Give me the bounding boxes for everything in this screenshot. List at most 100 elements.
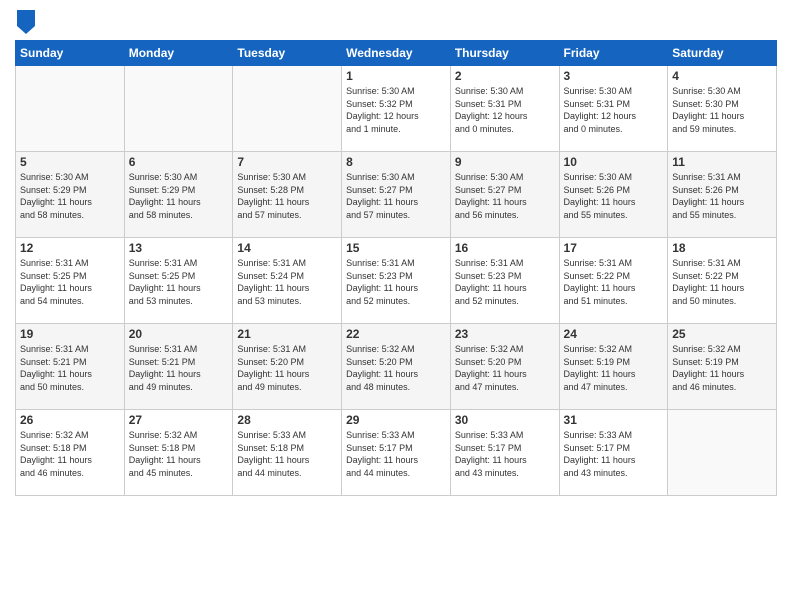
calendar-cell-5: 5 Sunrise: 5:30 AM Sunset: 5:29 PM Daylig…	[16, 152, 125, 238]
day-number: 16	[455, 241, 555, 255]
weekday-friday: Friday	[559, 41, 668, 66]
day-number: 1	[346, 69, 446, 83]
weekday-monday: Monday	[124, 41, 233, 66]
cell-content: Sunrise: 5:31 AM Sunset: 5:21 PM Dayligh…	[20, 343, 120, 393]
logo-icon	[17, 10, 35, 34]
calendar-cell-4: 4Sunrise: 5:30 AM Sunset: 5:30 PM Daylig…	[668, 66, 777, 152]
cell-content: Sunrise: 5:30 AM Sunset: 5:29 PM Dayligh…	[129, 171, 229, 221]
cell-content: Sunrise: 5:30 AM Sunset: 5:28 PM Dayligh…	[237, 171, 337, 221]
cell-content: Sunrise: 5:30 AM Sunset: 5:29 PM Dayligh…	[20, 171, 120, 221]
calendar-cell-27: 27 Sunrise: 5:32 AM Sunset: 5:18 PM Dayli…	[124, 410, 233, 496]
calendar-cell-30: 30 Sunrise: 5:33 AM Sunset: 5:17 PM Dayli…	[450, 410, 559, 496]
cell-content: Sunrise: 5:30 AM Sunset: 5:30 PM Dayligh…	[672, 85, 772, 135]
cell-content: Sunrise: 5:32 AM Sunset: 5:19 PM Dayligh…	[564, 343, 664, 393]
calendar-cell-empty	[233, 66, 342, 152]
cell-content: Sunrise: 5:31 AM Sunset: 5:23 PM Dayligh…	[455, 257, 555, 307]
calendar-cell-empty	[124, 66, 233, 152]
calendar-cell-29: 29 Sunrise: 5:33 AM Sunset: 5:17 PM Dayli…	[342, 410, 451, 496]
calendar-cell-21: 21Sunrise: 5:31 AM Sunset: 5:20 PM Dayli…	[233, 324, 342, 410]
cell-content: Sunrise: 5:31 AM Sunset: 5:24 PM Dayligh…	[237, 257, 337, 307]
calendar-row-3: 19 Sunrise: 5:31 AM Sunset: 5:21 PM Dayli…	[16, 324, 777, 410]
cell-content: Sunrise: 5:33 AM Sunset: 5:17 PM Dayligh…	[346, 429, 446, 479]
day-number: 19	[20, 327, 120, 341]
day-number: 13	[129, 241, 229, 255]
cell-content: Sunrise: 5:30 AM Sunset: 5:27 PM Dayligh…	[455, 171, 555, 221]
cell-content: Sunrise: 5:32 AM Sunset: 5:18 PM Dayligh…	[20, 429, 120, 479]
weekday-thursday: Thursday	[450, 41, 559, 66]
day-number: 22	[346, 327, 446, 341]
calendar-row-0: 1 Sunrise: 5:30 AM Sunset: 5:32 PM Daylig…	[16, 66, 777, 152]
cell-content: Sunrise: 5:32 AM Sunset: 5:19 PM Dayligh…	[672, 343, 772, 393]
day-number: 24	[564, 327, 664, 341]
calendar-cell-empty	[668, 410, 777, 496]
calendar-cell-28: 28 Sunrise: 5:33 AM Sunset: 5:18 PM Dayli…	[233, 410, 342, 496]
cell-content: Sunrise: 5:33 AM Sunset: 5:17 PM Dayligh…	[564, 429, 664, 479]
cell-content: Sunrise: 5:31 AM Sunset: 5:22 PM Dayligh…	[672, 257, 772, 307]
day-number: 12	[20, 241, 120, 255]
weekday-sunday: Sunday	[16, 41, 125, 66]
day-number: 23	[455, 327, 555, 341]
calendar-cell-2: 2Sunrise: 5:30 AM Sunset: 5:31 PM Daylig…	[450, 66, 559, 152]
day-number: 30	[455, 413, 555, 427]
logo	[15, 10, 35, 34]
day-number: 7	[237, 155, 337, 169]
day-number: 21	[237, 327, 337, 341]
weekday-wednesday: Wednesday	[342, 41, 451, 66]
day-number: 15	[346, 241, 446, 255]
calendar-cell-empty	[16, 66, 125, 152]
cell-content: Sunrise: 5:30 AM Sunset: 5:26 PM Dayligh…	[564, 171, 664, 221]
calendar-cell-14: 14 Sunrise: 5:31 AM Sunset: 5:24 PM Dayli…	[233, 238, 342, 324]
calendar-cell-13: 13 Sunrise: 5:31 AM Sunset: 5:25 PM Dayli…	[124, 238, 233, 324]
calendar-cell-6: 6Sunrise: 5:30 AM Sunset: 5:29 PM Daylig…	[124, 152, 233, 238]
day-number: 9	[455, 155, 555, 169]
cell-content: Sunrise: 5:33 AM Sunset: 5:17 PM Dayligh…	[455, 429, 555, 479]
calendar-cell-26: 26 Sunrise: 5:32 AM Sunset: 5:18 PM Dayli…	[16, 410, 125, 496]
cell-content: Sunrise: 5:30 AM Sunset: 5:32 PM Dayligh…	[346, 85, 446, 135]
calendar-row-2: 12 Sunrise: 5:31 AM Sunset: 5:25 PM Dayli…	[16, 238, 777, 324]
calendar-cell-10: 10 Sunrise: 5:30 AM Sunset: 5:26 PM Dayli…	[559, 152, 668, 238]
cell-content: Sunrise: 5:32 AM Sunset: 5:20 PM Dayligh…	[455, 343, 555, 393]
calendar-cell-18: 18Sunrise: 5:31 AM Sunset: 5:22 PM Dayli…	[668, 238, 777, 324]
cell-content: Sunrise: 5:31 AM Sunset: 5:21 PM Dayligh…	[129, 343, 229, 393]
calendar-cell-3: 3Sunrise: 5:30 AM Sunset: 5:31 PM Daylig…	[559, 66, 668, 152]
calendar-cell-19: 19 Sunrise: 5:31 AM Sunset: 5:21 PM Dayli…	[16, 324, 125, 410]
calendar-cell-11: 11 Sunrise: 5:31 AM Sunset: 5:26 PM Dayli…	[668, 152, 777, 238]
day-number: 17	[564, 241, 664, 255]
calendar-cell-22: 22 Sunrise: 5:32 AM Sunset: 5:20 PM Dayli…	[342, 324, 451, 410]
cell-content: Sunrise: 5:33 AM Sunset: 5:18 PM Dayligh…	[237, 429, 337, 479]
calendar-cell-12: 12 Sunrise: 5:31 AM Sunset: 5:25 PM Dayli…	[16, 238, 125, 324]
calendar-cell-20: 20 Sunrise: 5:31 AM Sunset: 5:21 PM Dayli…	[124, 324, 233, 410]
calendar-cell-1: 1 Sunrise: 5:30 AM Sunset: 5:32 PM Daylig…	[342, 66, 451, 152]
cell-content: Sunrise: 5:31 AM Sunset: 5:25 PM Dayligh…	[129, 257, 229, 307]
cell-content: Sunrise: 5:31 AM Sunset: 5:26 PM Dayligh…	[672, 171, 772, 221]
cell-content: Sunrise: 5:32 AM Sunset: 5:20 PM Dayligh…	[346, 343, 446, 393]
cell-content: Sunrise: 5:30 AM Sunset: 5:27 PM Dayligh…	[346, 171, 446, 221]
cell-content: Sunrise: 5:32 AM Sunset: 5:18 PM Dayligh…	[129, 429, 229, 479]
weekday-header-row: SundayMondayTuesdayWednesdayThursdayFrid…	[16, 41, 777, 66]
calendar-row-1: 5 Sunrise: 5:30 AM Sunset: 5:29 PM Daylig…	[16, 152, 777, 238]
calendar-cell-9: 9 Sunrise: 5:30 AM Sunset: 5:27 PM Daylig…	[450, 152, 559, 238]
day-number: 10	[564, 155, 664, 169]
day-number: 25	[672, 327, 772, 341]
day-number: 28	[237, 413, 337, 427]
calendar-cell-7: 7 Sunrise: 5:30 AM Sunset: 5:28 PM Daylig…	[233, 152, 342, 238]
calendar-cell-24: 24 Sunrise: 5:32 AM Sunset: 5:19 PM Dayli…	[559, 324, 668, 410]
day-number: 27	[129, 413, 229, 427]
day-number: 26	[20, 413, 120, 427]
calendar-cell-15: 15Sunrise: 5:31 AM Sunset: 5:23 PM Dayli…	[342, 238, 451, 324]
calendar-cell-23: 23 Sunrise: 5:32 AM Sunset: 5:20 PM Dayli…	[450, 324, 559, 410]
weekday-saturday: Saturday	[668, 41, 777, 66]
weekday-tuesday: Tuesday	[233, 41, 342, 66]
calendar-cell-25: 25 Sunrise: 5:32 AM Sunset: 5:19 PM Dayli…	[668, 324, 777, 410]
calendar-table: SundayMondayTuesdayWednesdayThursdayFrid…	[15, 40, 777, 496]
day-number: 2	[455, 69, 555, 83]
calendar-cell-8: 8 Sunrise: 5:30 AM Sunset: 5:27 PM Daylig…	[342, 152, 451, 238]
cell-content: Sunrise: 5:31 AM Sunset: 5:25 PM Dayligh…	[20, 257, 120, 307]
day-number: 20	[129, 327, 229, 341]
calendar-row-4: 26 Sunrise: 5:32 AM Sunset: 5:18 PM Dayli…	[16, 410, 777, 496]
day-number: 14	[237, 241, 337, 255]
day-number: 5	[20, 155, 120, 169]
day-number: 29	[346, 413, 446, 427]
day-number: 8	[346, 155, 446, 169]
day-number: 11	[672, 155, 772, 169]
